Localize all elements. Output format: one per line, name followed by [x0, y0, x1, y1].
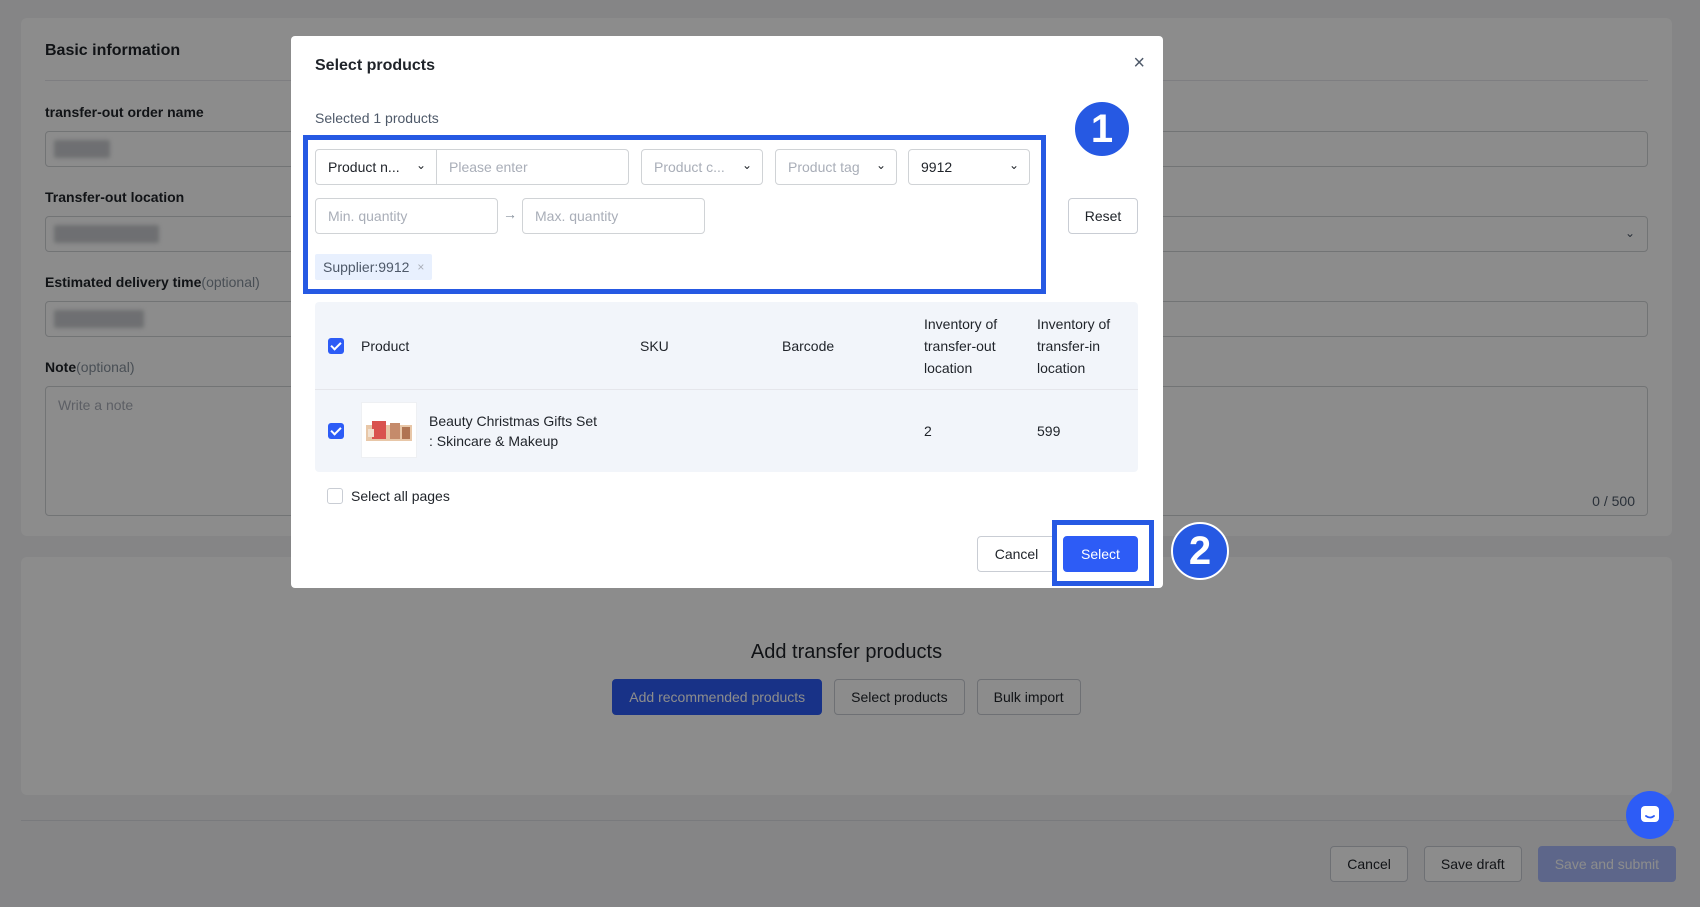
selected-count: Selected 1 products [315, 110, 439, 126]
col-inventory-out: Inventory of transfer-out location [924, 313, 997, 379]
select-all-pages-label: Select all pages [351, 488, 450, 504]
header-select-checkbox[interactable] [328, 338, 344, 354]
col-inventory-in-line: location [1037, 360, 1086, 376]
annotation-box-filters [303, 135, 1046, 294]
col-barcode: Barcode [782, 338, 835, 354]
annotation-badge-2: 2 [1171, 522, 1229, 580]
annotation-badge-1: 1 [1073, 100, 1131, 158]
modal-title: Select products [315, 57, 436, 74]
chat-icon [1641, 806, 1659, 822]
product-name-line: Beauty Christmas Gifts Set [429, 413, 598, 429]
products-table: Product SKU Barcode Inventory of transfe… [315, 302, 1138, 472]
select-all-pages-checkbox[interactable] [327, 488, 343, 504]
table-row[interactable]: Beauty Christmas Gifts Set : Skincare & … [315, 390, 1138, 472]
row-inventory-in: 599 [1037, 423, 1061, 439]
col-inventory-out-line: Inventory of [924, 316, 998, 332]
table-header: Product SKU Barcode Inventory of transfe… [315, 302, 1138, 390]
product-name: Beauty Christmas Gifts Set : Skincare & … [429, 411, 597, 451]
annotation-box-select [1052, 520, 1154, 586]
product-thumbnail [361, 402, 417, 458]
col-sku: SKU [640, 338, 669, 354]
row-inventory-out: 2 [924, 423, 932, 439]
col-product: Product [361, 338, 410, 354]
gift-set-image [366, 421, 412, 441]
close-icon[interactable]: × [1133, 52, 1145, 75]
col-inventory-out-line: location [924, 360, 973, 376]
row-select-checkbox[interactable] [328, 423, 344, 439]
col-inventory-in-line: Inventory of [1037, 316, 1111, 332]
col-inventory-out-line: transfer-out [924, 338, 996, 354]
modal-cancel-button[interactable]: Cancel [977, 536, 1056, 572]
select-products-modal: Select products × Selected 1 products Pr… [291, 36, 1229, 588]
chat-widget-button[interactable] [1626, 791, 1674, 839]
col-inventory-in-line: transfer-in [1037, 338, 1101, 354]
reset-button[interactable]: Reset [1068, 198, 1138, 234]
select-all-pages[interactable]: Select all pages [327, 488, 450, 504]
product-name-line: : Skincare & Makeup [429, 433, 559, 449]
col-inventory-in: Inventory of transfer-in location [1037, 313, 1110, 379]
